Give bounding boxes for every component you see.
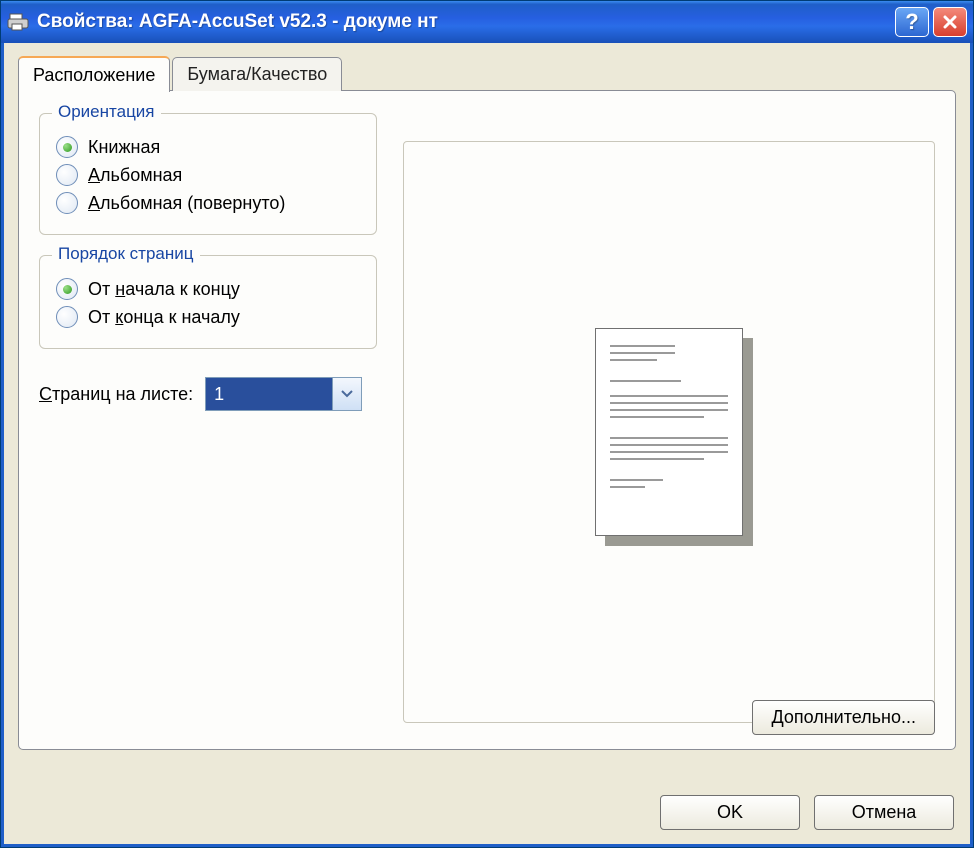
radio-portrait[interactable]: Книжная: [56, 136, 360, 158]
radio-portrait-label: Книжная: [88, 137, 160, 158]
radio-dot-icon: [56, 164, 78, 186]
radio-dot-icon: [56, 306, 78, 328]
ok-button[interactable]: OK: [660, 795, 800, 830]
window-title: Свойства: AGFA-AccuSet v52.3 - докуме нт: [37, 11, 895, 33]
tab-layout[interactable]: Расположение: [18, 56, 170, 92]
titlebar[interactable]: Свойства: AGFA-AccuSet v52.3 - докуме нт…: [1, 1, 973, 43]
radio-landscape-rotated-label: Альбомная (повернуто): [88, 193, 285, 214]
radio-dot-icon: [56, 278, 78, 300]
group-page-order: Порядок страниц От начала к концу От кон…: [39, 255, 377, 349]
close-button[interactable]: [933, 7, 967, 37]
left-column: Ориентация Книжная Альбомная Альбомная (…: [39, 113, 377, 727]
group-orientation-legend: Ориентация: [52, 102, 161, 122]
radio-landscape-rotated[interactable]: Альбомная (повернуто): [56, 192, 360, 214]
client-area: Расположение Бумага/Качество Ориентация …: [1, 43, 973, 847]
group-page-order-legend: Порядок страниц: [52, 244, 200, 264]
printer-icon: [7, 12, 29, 32]
radio-landscape[interactable]: Альбомная: [56, 164, 360, 186]
tab-panel-layout: Ориентация Книжная Альбомная Альбомная (…: [18, 90, 956, 750]
group-orientation: Ориентация Книжная Альбомная Альбомная (…: [39, 113, 377, 235]
advanced-button[interactable]: Дополнительно...: [752, 700, 935, 735]
radio-front-to-back[interactable]: От начала к концу: [56, 278, 360, 300]
radio-back-to-front[interactable]: От конца к началу: [56, 306, 360, 328]
page-preview: [403, 141, 935, 723]
chevron-down-icon[interactable]: [332, 377, 362, 411]
dialog-window: Свойства: AGFA-AccuSet v52.3 - докуме нт…: [0, 0, 974, 848]
radio-back-to-front-label: От конца к началу: [88, 307, 240, 328]
radio-dot-icon: [56, 136, 78, 158]
document-icon: [595, 328, 743, 536]
pages-per-sheet-combo[interactable]: 1: [205, 377, 362, 411]
right-column: [403, 113, 935, 727]
pages-per-sheet-value: 1: [205, 377, 332, 411]
dialog-footer: OK Отмена: [660, 795, 954, 830]
radio-landscape-label: Альбомная: [88, 165, 182, 186]
help-button[interactable]: ?: [895, 7, 929, 37]
tab-row: Расположение Бумага/Качество: [18, 55, 956, 91]
pages-per-sheet-label: Страниц на листе:: [39, 384, 193, 405]
radio-dot-icon: [56, 192, 78, 214]
radio-front-to-back-label: От начала к концу: [88, 279, 240, 300]
cancel-button[interactable]: Отмена: [814, 795, 954, 830]
tab-paper-quality[interactable]: Бумага/Качество: [172, 57, 342, 91]
pages-per-sheet-row: Страниц на листе: 1: [39, 377, 377, 411]
